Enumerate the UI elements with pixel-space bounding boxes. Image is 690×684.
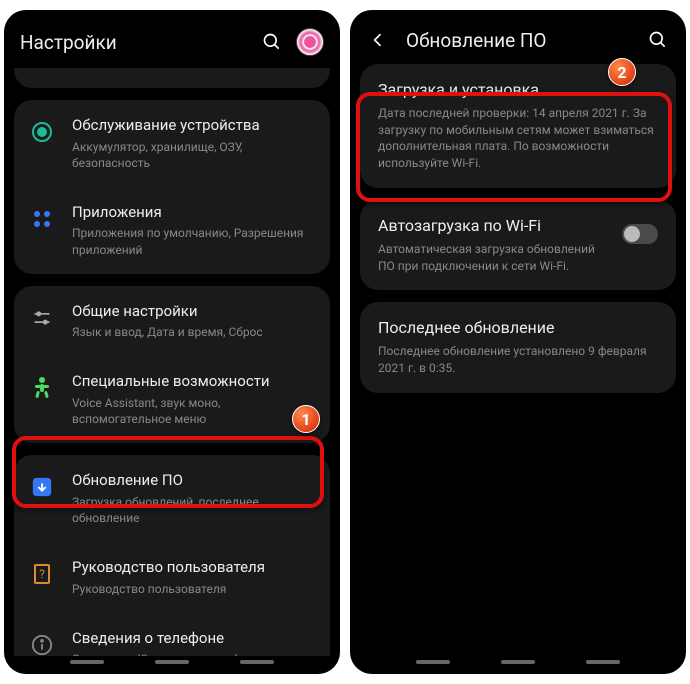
item-accessibility[interactable]: Специальные возможности Voice Assistant,… xyxy=(14,356,330,443)
item-software-update[interactable]: Обновление ПО Загрузка обновлений, после… xyxy=(14,455,330,542)
apps-icon xyxy=(28,205,56,233)
update-list[interactable]: Загрузка и установка Дата последней пров… xyxy=(350,64,686,656)
sliders-icon xyxy=(28,304,56,332)
info-icon xyxy=(28,631,56,656)
item-auto-wifi[interactable]: Автозагрузка по Wi-Fi Автоматическая заг… xyxy=(360,200,676,290)
nav-home[interactable] xyxy=(501,660,535,664)
item-title: Автозагрузка по Wi-Fi xyxy=(378,216,612,237)
item-general[interactable]: Общие настройки Язык и ввод, Дата и врем… xyxy=(14,286,330,357)
nav-back[interactable] xyxy=(586,660,620,664)
header: Настройки xyxy=(4,10,340,68)
accessibility-icon xyxy=(28,374,56,402)
nav-recent[interactable] xyxy=(70,660,104,664)
search-icon[interactable] xyxy=(260,30,284,54)
search-icon[interactable] xyxy=(646,28,670,52)
software-update-screen: Обновление ПО Загрузка и установка Дата … xyxy=(350,10,686,674)
avatar[interactable] xyxy=(296,28,324,56)
item-title: Обновление ПО xyxy=(72,471,316,491)
back-icon[interactable] xyxy=(366,28,390,52)
navbar xyxy=(4,656,340,674)
item-apps[interactable]: Приложения Приложения по умолчанию, Разр… xyxy=(14,187,330,274)
device-care-icon xyxy=(28,118,56,146)
item-user-manual[interactable]: ? Руководство пользователя Руководство п… xyxy=(14,542,330,613)
item-last-update[interactable]: Последнее обновление Последнее обновлени… xyxy=(360,302,676,392)
prev-group-peek xyxy=(14,68,330,88)
item-title: Последнее обновление xyxy=(378,318,658,339)
navbar xyxy=(350,656,686,674)
item-sub: Voice Assistant, звук моно, вспомогатель… xyxy=(72,395,316,427)
item-title: Сведения о телефоне xyxy=(72,629,316,649)
item-sub: Состояние, Юридическая информация, Имя т… xyxy=(72,651,316,656)
svg-text:?: ? xyxy=(39,567,45,581)
nav-back[interactable] xyxy=(240,660,274,664)
item-title: Специальные возможности xyxy=(72,372,316,392)
item-title: Руководство пользователя xyxy=(72,558,316,578)
item-title: Общие настройки xyxy=(72,302,316,322)
settings-list[interactable]: Обслуживание устройства Аккумулятор, хра… xyxy=(4,68,340,656)
item-sub: Загрузка обновлений, последнее обновлени… xyxy=(72,494,316,526)
item-sub: Язык и ввод, Дата и время, Сброс xyxy=(72,324,316,340)
item-sub: Руководство пользователя xyxy=(72,581,316,597)
callout-badge-2: 2 xyxy=(608,58,636,86)
item-sub: Последнее обновление установлено 9 февра… xyxy=(378,343,658,377)
item-sub: Приложения по умолчанию, Разрешения прил… xyxy=(72,225,316,257)
item-title: Обслуживание устройства xyxy=(72,116,316,136)
nav-home[interactable] xyxy=(155,660,189,664)
auto-wifi-toggle[interactable] xyxy=(622,224,658,244)
settings-screen: Настройки Обслуживание устройства Аккуму… xyxy=(4,10,340,674)
item-sub: Дата последней проверки: 14 апреля 2021 … xyxy=(378,105,658,172)
item-device-care[interactable]: Обслуживание устройства Аккумулятор, хра… xyxy=(14,100,330,187)
item-about-phone[interactable]: Сведения о телефоне Состояние, Юридическ… xyxy=(14,613,330,656)
page-title: Обновление ПО xyxy=(406,29,634,52)
header: Обновление ПО xyxy=(350,10,686,64)
software-update-icon xyxy=(28,473,56,501)
callout-badge-1: 1 xyxy=(292,405,320,433)
item-sub: Автоматическая загрузка обновлений ПО пр… xyxy=(378,241,612,275)
item-sub: Аккумулятор, хранилище, ОЗУ, безопасност… xyxy=(72,139,316,171)
page-title: Настройки xyxy=(20,31,248,54)
book-icon: ? xyxy=(28,560,56,588)
item-title: Приложения xyxy=(72,203,316,223)
nav-recent[interactable] xyxy=(416,660,450,664)
